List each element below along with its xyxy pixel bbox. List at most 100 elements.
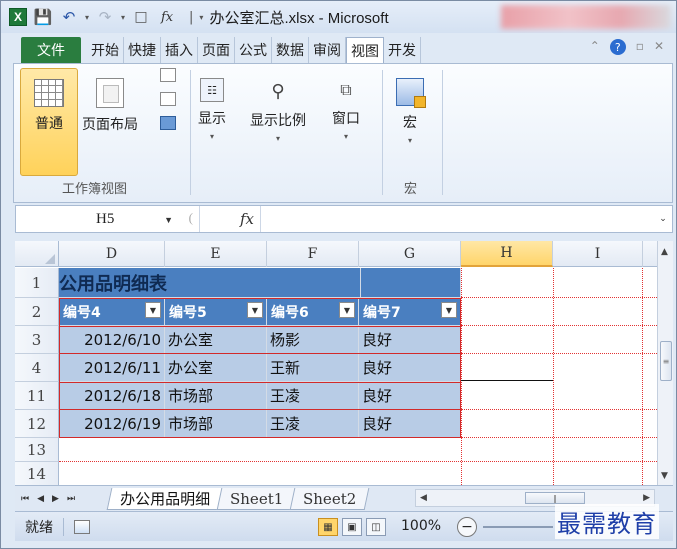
filter-dropdown-icon[interactable]: ▼	[247, 302, 263, 318]
expand-formula-bar-icon[interactable]: ⌄	[654, 214, 672, 224]
page-layout-button[interactable]: 页面布局	[82, 78, 138, 134]
header-cell[interactable]: 编号7 ▼	[359, 298, 461, 326]
table-title-cell[interactable]: 公用品明细表	[59, 268, 361, 298]
tab-insert[interactable]: 插入	[161, 37, 198, 63]
excel-app-icon[interactable]: X	[9, 8, 27, 26]
column-header-g[interactable]: G	[359, 241, 461, 267]
header-cell[interactable]: 编号6 ▼	[267, 298, 359, 326]
title-fill-cell[interactable]	[361, 268, 461, 298]
tab-developer[interactable]: 开发	[384, 37, 421, 63]
filter-dropdown-icon[interactable]: ▼	[441, 302, 457, 318]
column-header-f[interactable]: F	[267, 241, 359, 267]
first-sheet-icon[interactable]: ⏮	[21, 494, 29, 504]
row-header[interactable]: 3	[15, 326, 59, 354]
zoom-button[interactable]: ⚲ 显示比例 ▾	[250, 78, 306, 144]
show-button[interactable]: ☷ 显示 ▾	[198, 78, 226, 141]
resize-handle-icon[interactable]: (	[189, 210, 193, 226]
close-icon[interactable]: ✕	[654, 39, 664, 55]
macro-record-icon[interactable]	[74, 519, 90, 534]
normal-view-status-icon[interactable]: ▦	[318, 518, 338, 536]
scroll-left-icon[interactable]: ◀	[420, 493, 427, 503]
name-box[interactable]: H5 ▼ (	[16, 206, 200, 232]
insert-function-icon[interactable]: fx	[157, 7, 177, 27]
sheet-tab-sheet2[interactable]: Sheet2	[289, 487, 370, 510]
table-cell[interactable]: 良好	[359, 382, 461, 410]
tab-home[interactable]: 开始	[87, 37, 124, 63]
tab-file[interactable]: 文件	[21, 37, 81, 63]
row-header[interactable]: 4	[15, 354, 59, 382]
column-header-d[interactable]: D	[59, 241, 165, 267]
restore-icon[interactable]: ▫	[636, 39, 644, 55]
undo-icon[interactable]: ↶	[59, 7, 79, 27]
vertical-scrollbar[interactable]: ▲ ≡ ▼	[657, 241, 673, 485]
macro-button[interactable]: 宏 ▾	[396, 78, 426, 145]
name-box-dropdown-icon[interactable]: ▼	[164, 215, 173, 225]
scroll-right-icon[interactable]: ▶	[643, 493, 650, 503]
custom-views-icon[interactable]	[160, 92, 176, 106]
page-break-preview-icon[interactable]	[160, 68, 176, 82]
zoom-out-icon[interactable]: −	[457, 517, 477, 537]
row-header[interactable]: 2	[15, 298, 59, 326]
tab-page[interactable]: 页面	[198, 37, 235, 63]
table-cell[interactable]: 办公室	[165, 326, 267, 354]
save-icon[interactable]: 💾	[33, 7, 53, 27]
tab-data[interactable]: 数据	[272, 37, 309, 63]
scroll-down-icon[interactable]: ▼	[661, 471, 668, 481]
table-cell[interactable]: 2012/6/18	[59, 382, 165, 410]
tab-formulas[interactable]: 公式	[235, 37, 272, 63]
table-cell[interactable]: 办公室	[165, 354, 267, 382]
column-header-h[interactable]: H	[461, 241, 553, 267]
vertical-scroll-thumb[interactable]: ≡	[660, 341, 672, 381]
help-icon[interactable]: ?	[609, 39, 626, 55]
insert-function-button[interactable]: fx	[200, 210, 260, 228]
last-sheet-icon[interactable]: ⏭	[67, 494, 75, 504]
row-header[interactable]: 12	[15, 410, 59, 438]
header-cell[interactable]: 编号4 ▼	[59, 298, 165, 326]
sheet-tab-sheet1[interactable]: Sheet1	[216, 487, 297, 510]
filter-dropdown-icon[interactable]: ▼	[339, 302, 355, 318]
sheet-tab-office-supplies[interactable]: 办公用品明细	[106, 487, 224, 510]
table-cell[interactable]: 2012/6/19	[59, 410, 165, 438]
filter-dropdown-icon[interactable]: ▼	[145, 302, 161, 318]
table-cell[interactable]: 2012/6/10	[59, 326, 165, 354]
table-cell[interactable]: 王凌	[267, 410, 359, 438]
redo-icon[interactable]: ↷	[95, 7, 115, 27]
table-cell[interactable]: 杨影	[267, 326, 359, 354]
formula-input[interactable]	[260, 206, 654, 232]
column-header-e[interactable]: E	[165, 241, 267, 267]
page-break-status-icon[interactable]: ◫	[366, 518, 386, 536]
select-all-corner[interactable]	[15, 241, 59, 267]
row-header[interactable]: 13	[15, 438, 59, 462]
undo-dropdown-icon[interactable]: ▾	[85, 13, 89, 22]
table-cell[interactable]: 王新	[267, 354, 359, 382]
zoom-slider[interactable]	[483, 526, 553, 528]
row-header[interactable]: 1	[15, 268, 59, 298]
normal-view-button[interactable]: 普通	[20, 68, 78, 176]
table-cell[interactable]: 2012/6/11	[59, 354, 165, 382]
prev-sheet-icon[interactable]: ◀	[37, 494, 44, 504]
tab-review[interactable]: 审阅	[309, 37, 346, 63]
next-sheet-icon[interactable]: ▶	[52, 494, 59, 504]
row-header[interactable]: 14	[15, 462, 59, 485]
horizontal-scroll-thumb[interactable]: ‖	[525, 492, 585, 504]
zoom-level[interactable]: 100%	[401, 518, 441, 534]
table-cell[interactable]: 良好	[359, 354, 461, 382]
tab-view[interactable]: 视图	[346, 37, 384, 63]
table-cell[interactable]: 王凌	[267, 382, 359, 410]
full-screen-icon[interactable]	[160, 116, 176, 130]
new-document-icon[interactable]: □	[131, 7, 151, 27]
window-button[interactable]: ⧉ 窗口 ▾	[332, 78, 360, 141]
scroll-up-icon[interactable]: ▲	[661, 247, 668, 257]
column-header-i[interactable]: I	[553, 241, 643, 267]
table-cell[interactable]: 良好	[359, 326, 461, 354]
ribbon-minimize-icon[interactable]: ⌃	[590, 39, 600, 55]
header-cell[interactable]: 编号5 ▼	[165, 298, 267, 326]
page-layout-status-icon[interactable]: ▣	[342, 518, 362, 536]
tab-quick[interactable]: 快捷	[124, 37, 161, 63]
table-cell[interactable]: 良好	[359, 410, 461, 438]
worksheet-grid[interactable]: D E F G H I 1 2 3 4 11 12 13 14 公用品明细表 编…	[15, 241, 657, 485]
redo-dropdown-icon[interactable]: ▾	[121, 13, 125, 22]
customize-toolbar-icon[interactable]: ▾	[199, 13, 203, 22]
table-cell[interactable]: 市场部	[165, 382, 267, 410]
row-header[interactable]: 11	[15, 382, 59, 410]
